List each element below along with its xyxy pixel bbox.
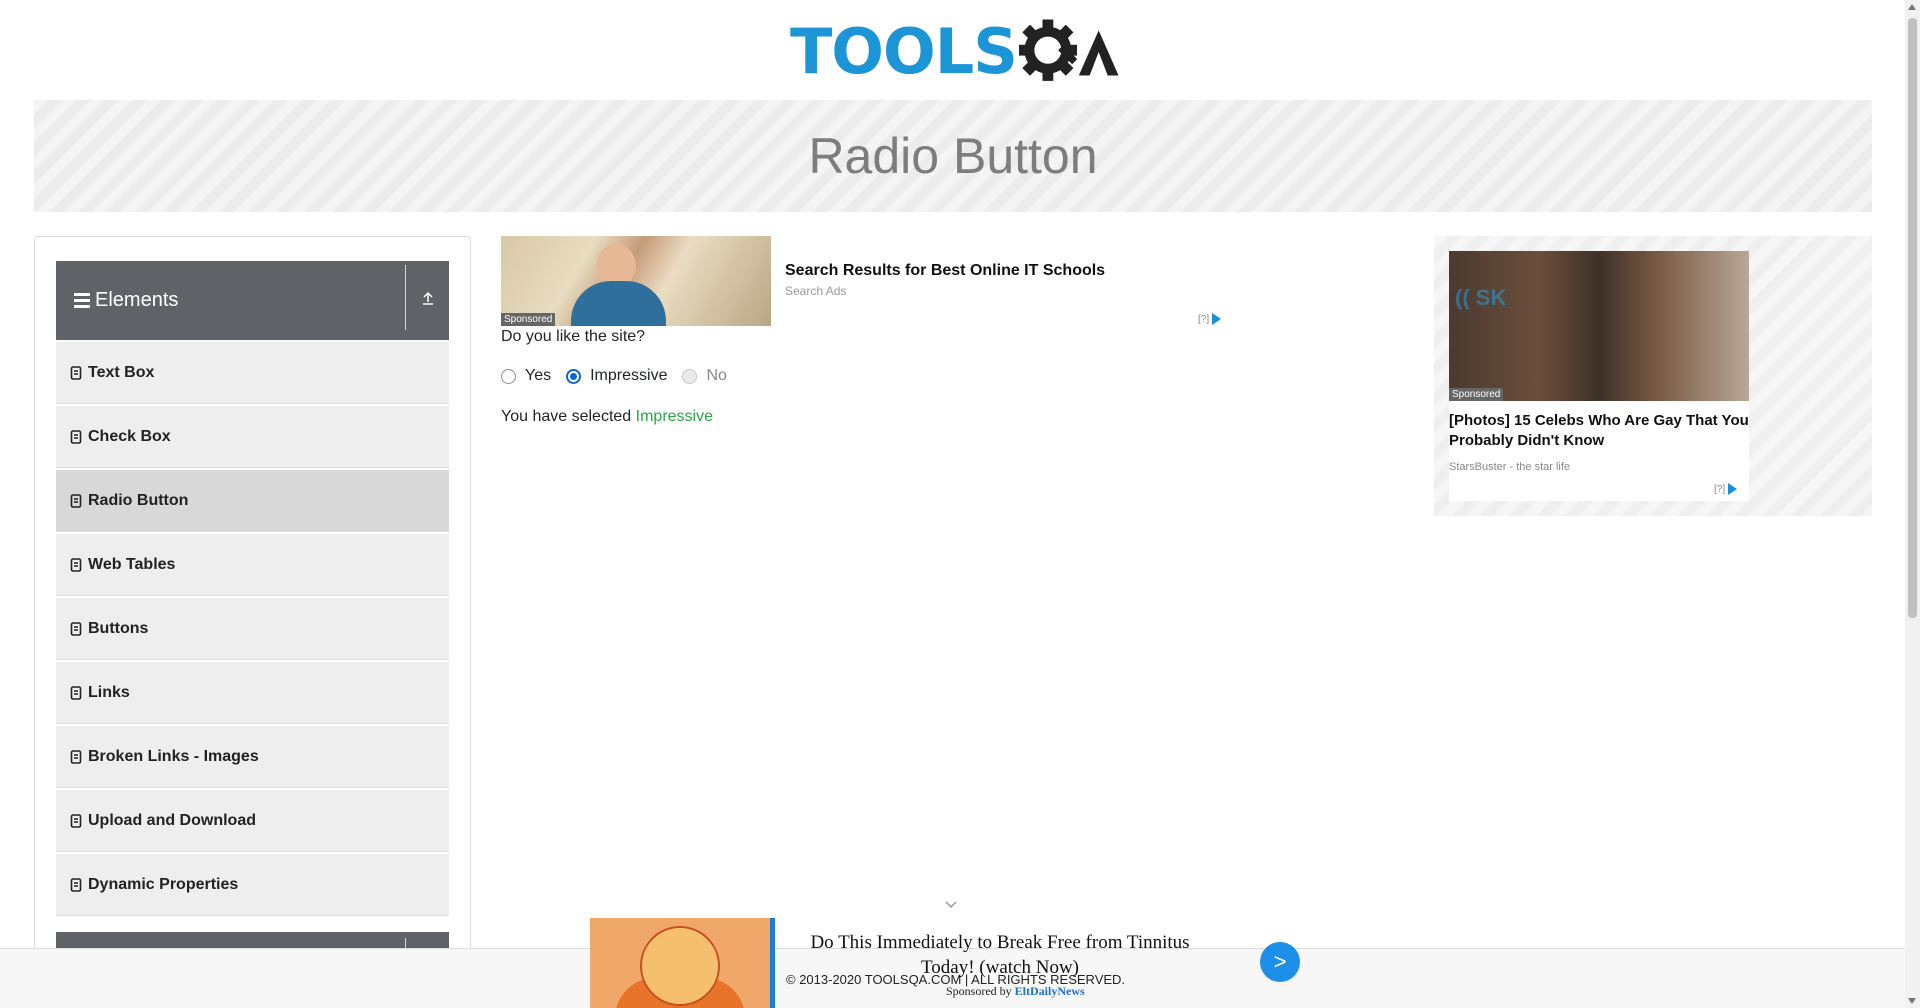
group-header-elements[interactable]: Elements (56, 261, 449, 340)
document-icon (70, 429, 82, 444)
result-value: Impressive (635, 408, 713, 425)
ad-right-card[interactable]: (( SK Sponsored [Photos] 15 Celebs Who A… (1449, 251, 1749, 501)
sponsored-label: Sponsored (501, 313, 556, 326)
document-icon (70, 621, 82, 636)
gear-icon (1018, 19, 1077, 81)
selection-result: You have selected Impressive (501, 408, 713, 426)
title-banner: Radio Button (34, 100, 1872, 212)
radio-option-yes[interactable]: Yes (501, 367, 551, 385)
menu-icon (74, 293, 90, 308)
document-icon (70, 493, 82, 508)
sidebar-item-upload-and-download[interactable]: Upload and Download (56, 790, 449, 852)
ad-top-image[interactable]: Sponsored (501, 236, 771, 326)
sidebar-menu: Text Box Check Box Radio Button Web Tables B… (56, 342, 449, 916)
sidebar-item-buttons[interactable]: Buttons (56, 598, 449, 660)
document-icon (70, 749, 82, 764)
result-prefix: You have selected (501, 408, 632, 425)
group-label: Elements (95, 289, 179, 311)
sponsored-label: Sponsored (1449, 388, 1504, 401)
scroll-up-icon[interactable] (1908, 4, 1916, 10)
ad-bottom[interactable]: Do This Immediately to Break Free from T… (590, 918, 1302, 1008)
sponsored-by-label: Sponsored by (946, 984, 1012, 998)
radio-impressive[interactable] (566, 368, 582, 384)
scrollbar-thumb[interactable] (1908, 18, 1917, 618)
adchoices-label: [?] (1198, 313, 1210, 325)
radio-yes[interactable] (501, 368, 516, 384)
radio-label[interactable]: Yes (525, 367, 551, 385)
ad-bottom-sponsor: Sponsored by EltDailyNews (946, 984, 1085, 999)
adchoices-label: [?] (1714, 483, 1726, 495)
document-icon (70, 877, 82, 892)
radio-no (682, 368, 698, 384)
sidebar-item-label: Text Box (88, 363, 155, 381)
document-icon (70, 685, 82, 700)
ad-bottom-headline[interactable]: Do This Immediately to Break Free from T… (785, 930, 1215, 980)
sidebar: Elements Text Box Check Box Radio Button We… (34, 236, 471, 1008)
sidebar-item-label: Radio Button (88, 491, 189, 509)
logo-letter-a-icon (1078, 30, 1119, 76)
page-scrollbar[interactable] (1905, 0, 1920, 1008)
ad-right-image-text: (( SK (1455, 285, 1507, 310)
radio-label: No (706, 367, 727, 384)
adchoices-icon (1212, 313, 1222, 325)
ad-right-image[interactable]: (( SK Sponsored (1449, 251, 1749, 401)
document-icon (70, 813, 82, 828)
sidebar-item-radio-button[interactable]: Radio Button (56, 470, 449, 532)
sidebar-item-check-box[interactable]: Check Box (56, 406, 449, 468)
sidebar-item-label: Dynamic Properties (88, 875, 239, 893)
page: TOOLS QA (0, 0, 1920, 1008)
sidebar-item-links[interactable]: Links (56, 662, 449, 724)
ad-right[interactable]: (( SK Sponsored [Photos] 15 Celebs Who A… (1434, 236, 1872, 516)
collapse-icon[interactable] (405, 265, 449, 330)
sidebar-item-label: Check Box (88, 427, 171, 445)
scroll-down-icon[interactable] (1908, 998, 1916, 1004)
ad-bottom-image[interactable] (590, 918, 770, 1008)
ad-top-source: Search Ads (785, 284, 847, 298)
ad-top-title[interactable]: Search Results for Best Online IT School… (785, 262, 1105, 280)
ad-go-button[interactable]: > (1260, 942, 1300, 982)
adchoices-icon (1728, 483, 1738, 495)
sidebar-item-label: Upload and Download (88, 811, 256, 829)
logo-text: TOOLS (790, 15, 1018, 88)
sidebar-item-dynamic-properties[interactable]: Dynamic Properties (56, 854, 449, 916)
sidebar-item-broken-links-images[interactable]: Broken Links - Images (56, 726, 449, 788)
ad-right-title[interactable]: [Photos] 15 Celebs Who Are Gay That You … (1449, 411, 1749, 451)
question-text: Do you like the site? (501, 328, 646, 345)
sidebar-item-label: Broken Links - Images (88, 747, 259, 765)
sidebar-item-label: Buttons (88, 619, 149, 637)
ad-divider (770, 918, 775, 1008)
radio-option-impressive[interactable]: Impressive (566, 367, 667, 385)
page-title: Radio Button (808, 128, 1098, 184)
adchoices-badge[interactable]: [?] (1714, 483, 1738, 495)
adchoices-badge[interactable]: [?] (1198, 313, 1222, 325)
chevron-down-icon[interactable] (944, 898, 958, 912)
radio-option-no: No (682, 367, 727, 385)
sidebar-item-label: Links (88, 683, 130, 701)
sidebar-item-web-tables[interactable]: Web Tables (56, 534, 449, 596)
sidebar-item-text-box[interactable]: Text Box (56, 342, 449, 404)
toolsqa-logo[interactable]: TOOLS QA (790, 14, 1120, 90)
document-icon (70, 365, 82, 380)
radio-label[interactable]: Impressive (590, 367, 667, 385)
sponsor-brand[interactable]: EltDailyNews (1015, 984, 1085, 998)
ad-top[interactable]: Sponsored Search Results for Best Online… (501, 236, 1231, 326)
radio-group: Yes Impressive No (501, 367, 742, 385)
document-icon (70, 557, 82, 572)
ad-right-source: StarsBuster - the star life (1449, 461, 1571, 473)
sidebar-item-label: Web Tables (88, 555, 176, 573)
